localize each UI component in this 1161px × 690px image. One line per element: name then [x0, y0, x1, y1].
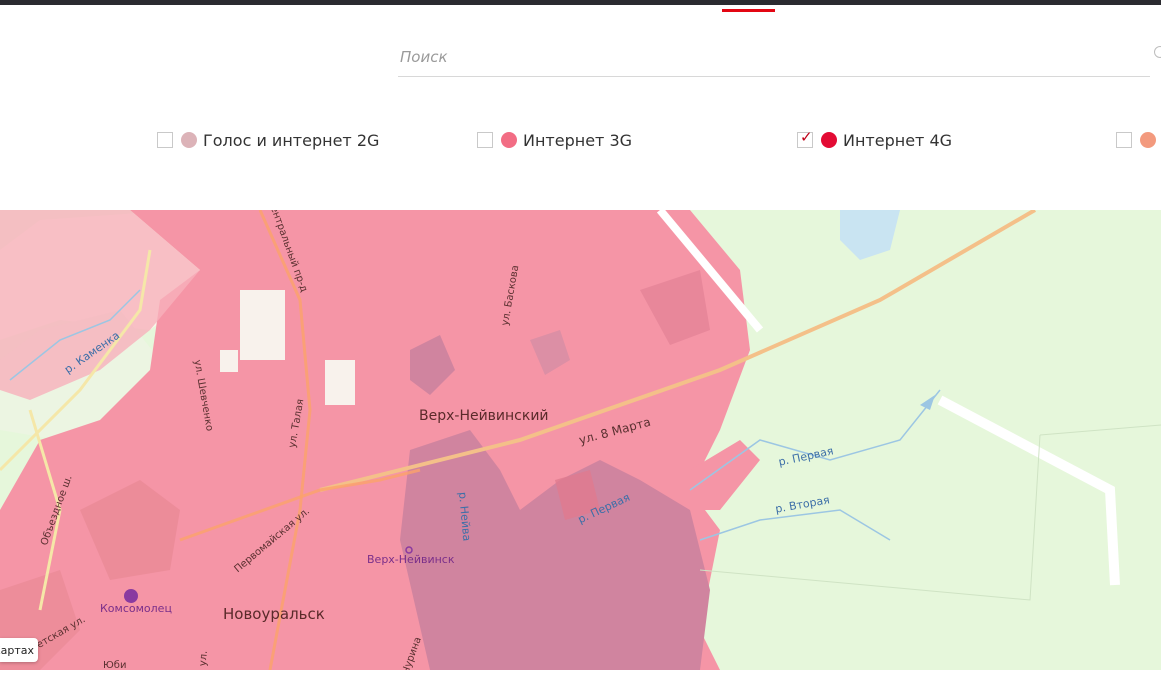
shop-icon[interactable]: [124, 589, 138, 603]
checkbox-3g[interactable]: [477, 132, 493, 148]
legend-label-4g: Интернет 4G: [843, 130, 953, 150]
legend-dot-3g: [501, 132, 517, 148]
active-tab-indicator: [722, 9, 775, 12]
legend-item-2g[interactable]: Голос и интернет 2G: [157, 128, 379, 152]
legend-item-3g[interactable]: Интернет 3G: [477, 128, 632, 152]
legend-item-4g[interactable]: ✓ Интернет 4G: [797, 128, 952, 152]
map-label-poi: Комсомолец: [100, 602, 172, 615]
check-icon: ✓: [800, 128, 813, 146]
map-attribution[interactable]: Картах: [0, 638, 38, 662]
search-input[interactable]: [398, 40, 1138, 74]
legend-dot-4g: [821, 132, 837, 148]
legend-label-2g: Голос и интернет 2G: [203, 130, 380, 150]
legend-dot-partial: [1140, 132, 1156, 148]
legend-label-3g: Интернет 3G: [523, 130, 633, 150]
checkbox-4g[interactable]: ✓: [797, 128, 813, 148]
map-label-street-ul: ул.: [197, 650, 210, 667]
map-label-city-center: Верх-Нейвинский: [419, 408, 549, 424]
map-label-station: Верх-Нейвинск: [367, 553, 455, 566]
checkbox-2g[interactable]: [157, 132, 173, 148]
map-label-street-yubil: Юби: [103, 660, 127, 670]
top-bar: [0, 0, 1161, 5]
search-icon[interactable]: [1154, 46, 1161, 58]
coverage-map[interactable]: Верх-Нейвинский Новоуральск Верх-Нейвинс…: [0, 210, 1161, 670]
map-label-city-south: Новоуральск: [223, 605, 325, 623]
legend-dot-2g: [181, 132, 197, 148]
search-box: [398, 40, 1150, 77]
checkbox-partial[interactable]: [1116, 132, 1132, 148]
map-attribution-label: Картах: [0, 643, 34, 657]
legend-item-partial[interactable]: [1116, 128, 1156, 152]
